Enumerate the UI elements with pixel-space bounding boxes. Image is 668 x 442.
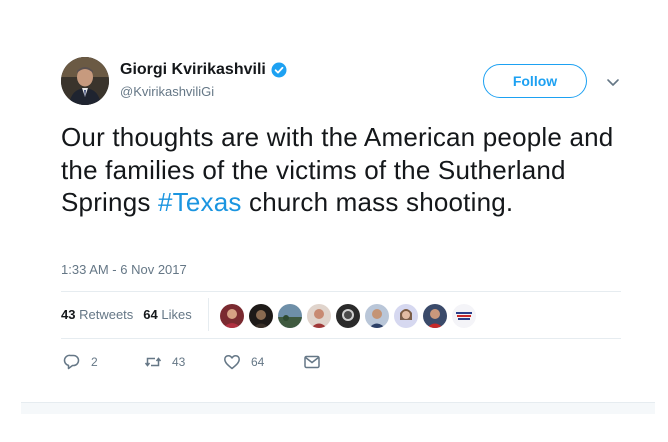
author-display-name[interactable]: Giorgi Kvirikashvili — [120, 61, 266, 79]
liker-avatar[interactable] — [423, 304, 447, 328]
tweet-text: Our thoughts are with the American peopl… — [61, 121, 621, 219]
heart-icon — [223, 353, 241, 371]
liker-avatar[interactable] — [278, 304, 302, 328]
divider — [61, 338, 621, 339]
author-handle[interactable]: @KvirikashviliGi — [120, 84, 214, 99]
liker-avatars — [220, 304, 476, 328]
reply-count: 2 — [91, 355, 98, 369]
verified-badge-icon — [271, 62, 287, 78]
likes-count: 64 — [143, 307, 158, 322]
stats-separator — [208, 298, 209, 331]
like-count: 64 — [251, 355, 265, 369]
hashtag-link[interactable]: #Texas — [158, 187, 242, 217]
tweet-text-after: church mass shooting. — [241, 187, 514, 217]
engagement-stats: 43 Retweets 64 Likes — [61, 307, 192, 322]
like-button[interactable]: 64 — [223, 353, 264, 371]
tweet-timestamp[interactable]: 1:33 AM - 6 Nov 2017 — [61, 262, 187, 277]
likes-label: Likes — [161, 307, 192, 322]
reply-icon — [63, 353, 81, 371]
liker-avatar[interactable] — [365, 304, 389, 328]
tweet-card: Giorgi Kvirikashvili @KvirikashviliGi Fo… — [0, 0, 668, 442]
chevron-down-icon[interactable] — [605, 74, 621, 90]
author-avatar[interactable] — [61, 57, 109, 105]
retweets-count: 43 — [61, 307, 76, 322]
reply-button[interactable]: 2 — [63, 353, 98, 371]
liker-avatar[interactable] — [249, 304, 273, 328]
liker-avatar[interactable] — [452, 304, 476, 328]
liker-avatar[interactable] — [394, 304, 418, 328]
likes-stat[interactable]: 64 Likes — [143, 307, 191, 322]
retweet-button[interactable]: 43 — [144, 353, 185, 371]
direct-message-button[interactable] — [303, 353, 321, 371]
envelope-icon — [303, 353, 321, 371]
follow-button[interactable]: Follow — [483, 64, 587, 98]
liker-avatar[interactable] — [220, 304, 244, 328]
retweet-count: 43 — [172, 355, 186, 369]
retweet-icon — [144, 353, 162, 371]
liker-avatar[interactable] — [336, 304, 360, 328]
reply-area-band — [21, 402, 655, 414]
retweets-label: Retweets — [79, 307, 134, 322]
divider — [61, 291, 621, 292]
retweets-stat[interactable]: 43 Retweets — [61, 307, 133, 322]
liker-avatar[interactable] — [307, 304, 331, 328]
